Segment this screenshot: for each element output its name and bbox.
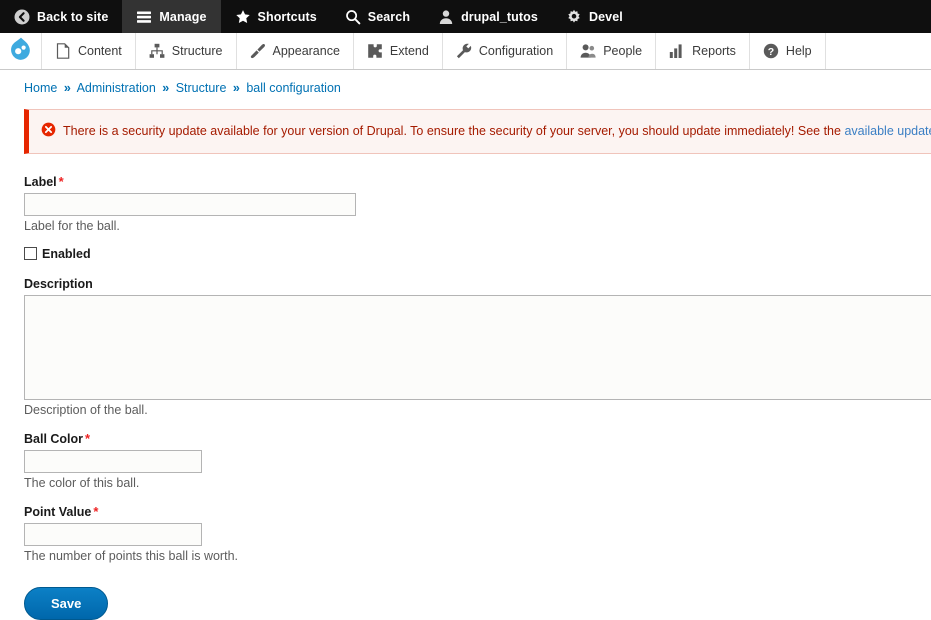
toolbar-item-label: Search — [368, 10, 410, 24]
admin-menu-item-label: Help — [786, 44, 812, 58]
toolbar-item-label: Devel — [589, 10, 623, 24]
admin-menu-filler — [826, 33, 931, 69]
label-text: Point Value — [24, 505, 91, 519]
wrench-icon — [456, 43, 472, 59]
star-icon — [235, 9, 251, 25]
point-value-input[interactable] — [24, 523, 202, 546]
svg-text:?: ? — [768, 46, 774, 58]
toolbar-item-back-to-site[interactable]: Back to site — [0, 0, 122, 33]
breadcrumb: Home » Administration » Structure » ball… — [0, 70, 931, 103]
enabled-checkbox-row[interactable]: Enabled — [24, 247, 931, 261]
enabled-checkbox-label: Enabled — [42, 247, 91, 261]
ball-color-input[interactable] — [24, 450, 202, 473]
point-value-field-label: Point Value* — [24, 504, 931, 519]
admin-menu-item-configuration[interactable]: Configuration — [443, 33, 567, 69]
toolbar-item-label: Shortcuts — [258, 10, 317, 24]
toolbar-item-label: drupal_tutos — [461, 10, 538, 24]
description-textarea[interactable] — [24, 295, 931, 400]
admin-menu-item-label: Content — [78, 44, 122, 58]
admin-menu-item-people[interactable]: People — [567, 33, 656, 69]
puzzle-icon — [367, 43, 383, 59]
gear-icon — [566, 9, 582, 25]
save-button[interactable]: Save — [24, 587, 108, 620]
sitemap-icon — [149, 43, 165, 59]
back-arrow-icon — [14, 9, 30, 25]
admin-menu-item-label: Configuration — [479, 44, 553, 58]
admin-menu-item-label: Structure — [172, 44, 223, 58]
label-text: Ball Color — [24, 432, 83, 446]
breadcrumb-item-administration[interactable]: Administration — [77, 81, 156, 95]
page-content: Home » Administration » Structure » ball… — [0, 70, 931, 620]
status-message-region: There is a security update available for… — [24, 109, 931, 154]
admin-toolbar: Back to site Manage Shortcuts Search — [0, 0, 931, 33]
description-field-label: Description — [24, 277, 931, 291]
form-item-description: Description Description of the ball. — [24, 277, 931, 417]
required-marker: * — [93, 504, 98, 519]
ball-configuration-form: Label* Label for the ball. Enabled Descr… — [0, 154, 931, 620]
admin-menu-item-label: Extend — [390, 44, 429, 58]
toolbar-item-manage[interactable]: Manage — [122, 0, 220, 33]
admin-menu-item-content[interactable]: Content — [42, 33, 136, 69]
toolbar-item-user-account[interactable]: drupal_tutos — [424, 0, 552, 33]
point-value-field-description: The number of points this ball is worth. — [24, 549, 931, 563]
available-updates-link[interactable]: available updates — [844, 124, 931, 138]
label-text: Label — [24, 175, 57, 189]
toolbar-item-label: Back to site — [37, 10, 108, 24]
admin-menu-item-label: People — [603, 44, 642, 58]
user-icon — [438, 9, 454, 25]
toolbar-item-shortcuts[interactable]: Shortcuts — [221, 0, 331, 33]
breadcrumb-separator: » — [64, 81, 71, 95]
admin-menu-item-extend[interactable]: Extend — [354, 33, 443, 69]
ball-color-field-label: Ball Color* — [24, 431, 931, 446]
breadcrumb-item-home[interactable]: Home — [24, 81, 57, 95]
label-field-description: Label for the ball. — [24, 219, 931, 233]
people-icon — [580, 43, 596, 59]
document-icon — [55, 43, 71, 59]
message-text-before-link: There is a security update available for… — [63, 124, 844, 138]
drupal-logo-link[interactable] — [0, 33, 42, 69]
breadcrumb-item-structure[interactable]: Structure — [176, 81, 227, 95]
drupal-logo-icon — [10, 37, 32, 66]
admin-menu-item-appearance[interactable]: Appearance — [237, 33, 354, 69]
security-update-error-message: There is a security update available for… — [24, 109, 931, 154]
admin-menu-item-help[interactable]: ? Help — [750, 33, 826, 69]
question-mark-icon: ? — [763, 43, 779, 59]
bar-chart-icon — [669, 43, 685, 59]
required-marker: * — [59, 174, 64, 189]
form-item-point-value: Point Value* The number of points this b… — [24, 504, 931, 563]
admin-menu-bar: Content Structure Appearance Ext — [0, 33, 931, 70]
admin-menu-item-label: Reports — [692, 44, 736, 58]
error-circle-icon — [41, 122, 56, 137]
hamburger-icon — [136, 9, 152, 25]
description-field-description: Description of the ball. — [24, 403, 931, 417]
enabled-checkbox[interactable] — [24, 247, 37, 260]
breadcrumb-separator: » — [233, 81, 240, 95]
breadcrumb-separator: » — [162, 81, 169, 95]
toolbar-item-devel[interactable]: Devel — [552, 0, 637, 33]
admin-menu-item-label: Appearance — [273, 44, 340, 58]
toolbar-item-search[interactable]: Search — [331, 0, 424, 33]
label-input[interactable] — [24, 193, 356, 216]
toolbar-item-label: Manage — [159, 10, 206, 24]
admin-menu-item-structure[interactable]: Structure — [136, 33, 237, 69]
required-marker: * — [85, 431, 90, 446]
search-icon — [345, 9, 361, 25]
form-item-label: Label* Label for the ball. — [24, 174, 931, 233]
ball-color-field-description: The color of this ball. — [24, 476, 931, 490]
admin-menu-item-reports[interactable]: Reports — [656, 33, 750, 69]
form-item-ball-color: Ball Color* The color of this ball. — [24, 431, 931, 490]
label-field-label: Label* — [24, 174, 931, 189]
paintbrush-icon — [250, 43, 266, 59]
breadcrumb-item-ball-configuration[interactable]: ball configuration — [246, 81, 341, 95]
